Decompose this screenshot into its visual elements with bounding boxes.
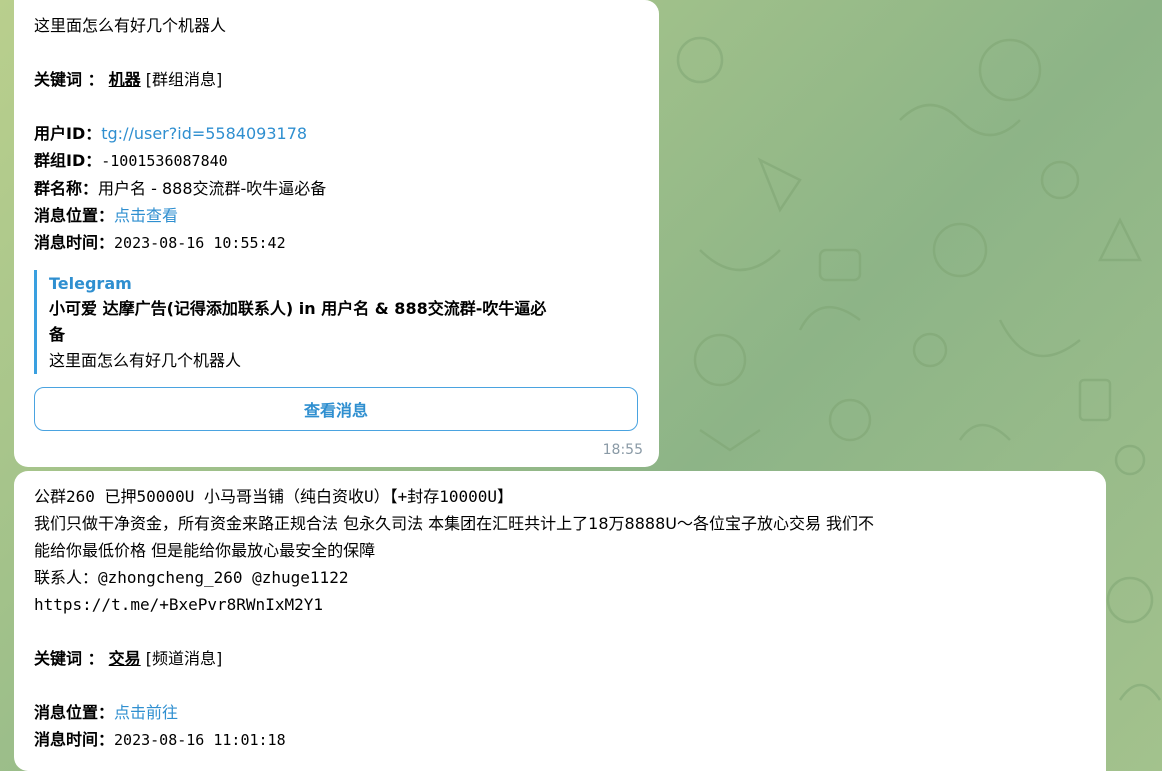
location-label: 消息位置：: [34, 206, 115, 225]
keyword-row: 关键词 ： 交易 [频道消息]: [34, 645, 1086, 672]
time-label: 消息时间：: [34, 233, 115, 252]
group-name-value: 用户名 - 888交流群-吹牛逼必备: [98, 179, 327, 198]
keyword-label: 关键词 ：: [34, 649, 104, 668]
location-label: 消息位置：: [34, 703, 115, 722]
location-link[interactable]: 点击查看: [114, 206, 178, 225]
keyword-type: [群组消息]: [145, 70, 223, 89]
quote-header-line: 小可爱 达摩广告(记得添加联系人) in 用户名 & 888交流群-吹牛逼必: [49, 299, 547, 318]
user-id-row: 用户ID：tg://user?id=5584093178: [34, 120, 639, 147]
message-line-2: 我们只做干净资金，所有资金来路正规合法 包永久司法 本集团在汇旺共计上了18万8…: [34, 514, 875, 533]
message-bubble-2: 公群260 已押50000U 小马哥当铺（纯白资收U）【+封存10000U】 我…: [14, 471, 1106, 771]
quote-title: Telegram: [49, 274, 132, 293]
time-value: 2023-08-16 10:55:42: [114, 234, 286, 252]
view-message-button[interactable]: 查看消息: [34, 387, 638, 431]
message-line-1: 公群260 已押50000U 小马哥当铺（纯白资收U）【+封存10000U】: [34, 487, 514, 506]
group-id-label: 群组ID：: [34, 151, 102, 170]
keyword-type: [频道消息]: [145, 649, 223, 668]
contact-line: 联系人：@zhongcheng_260 @zhuge1122: [34, 568, 349, 587]
keyword-label: 关键词 ：: [34, 70, 104, 89]
user-id-link[interactable]: tg://user?id=5584093178: [101, 124, 307, 143]
keyword-value: 机器: [108, 70, 141, 89]
location-row: 消息位置：点击前往: [34, 699, 1086, 726]
group-id-value: -1001536087840: [101, 152, 228, 170]
location-link[interactable]: 点击前往: [114, 703, 178, 722]
group-name-row: 群名称：用户名 - 888交流群-吹牛逼必备: [34, 175, 639, 202]
quote-text: 这里面怎么有好几个机器人: [49, 351, 242, 370]
message-bubble-1: 这里面怎么有好几个机器人 关键词 ： 机器 [群组消息] 用户ID：tg://u…: [14, 0, 659, 467]
location-row: 消息位置：点击查看: [34, 202, 639, 229]
message-timestamp: 18:55: [602, 442, 643, 458]
time-label: 消息时间：: [34, 730, 115, 749]
invite-link[interactable]: https://t.me/+BxePvr8RWnIxM2Y1: [34, 591, 1086, 618]
group-id-row: 群组ID：-1001536087840: [34, 147, 639, 175]
time-row: 消息时间：2023-08-16 10:55:42: [34, 229, 639, 257]
keyword-value: 交易: [108, 649, 141, 668]
keyword-row: 关键词 ： 机器 [群组消息]: [34, 66, 639, 93]
time-row: 消息时间：2023-08-16 11:01:18: [34, 726, 1086, 754]
group-name-label: 群名称：: [34, 179, 99, 198]
time-value: 2023-08-16 11:01:18: [114, 731, 286, 749]
quote-header-line-2: 备: [49, 325, 66, 344]
message-text: 这里面怎么有好几个机器人: [34, 16, 227, 35]
forwarded-quote[interactable]: Telegram 小可爱 达摩广告(记得添加联系人) in 用户名 & 888交…: [34, 270, 639, 374]
user-id-label: 用户ID：: [34, 124, 102, 143]
message-line-3: 能给你最低价格 但是能给你最放心最安全的保障: [34, 541, 376, 560]
